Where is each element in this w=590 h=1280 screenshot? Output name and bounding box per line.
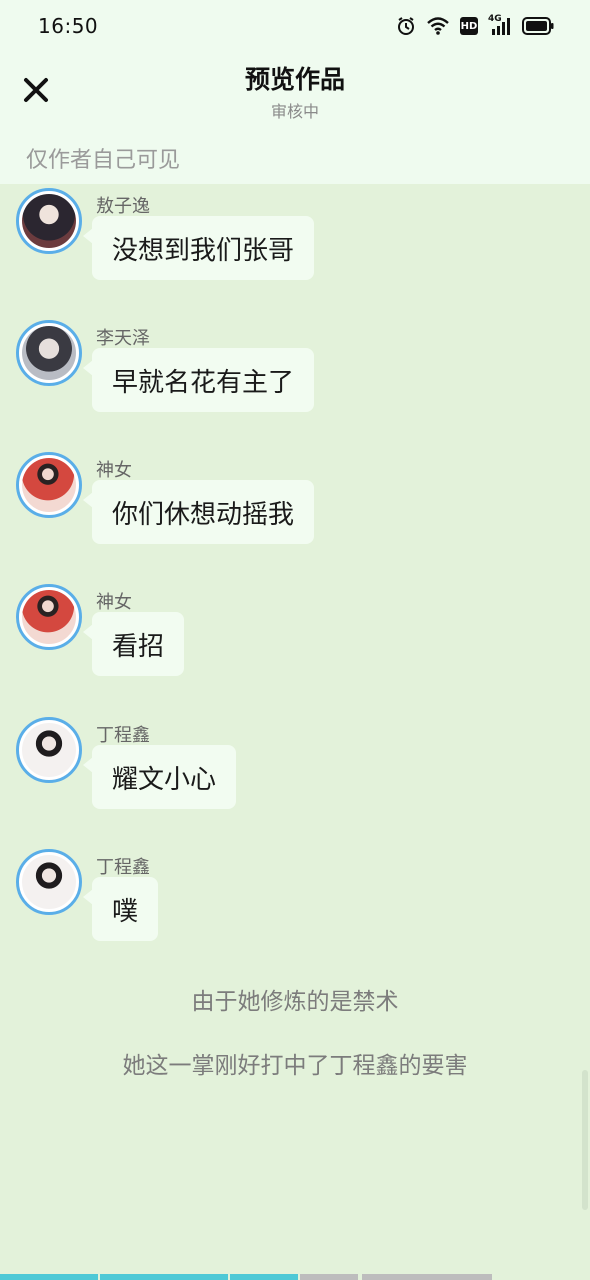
page-title: 预览作品 bbox=[244, 65, 345, 94]
message-item: 神女 看招 bbox=[0, 580, 590, 690]
message-item: 丁程鑫 耀文小心 bbox=[0, 713, 590, 823]
sender-name: 敖子逸 bbox=[96, 196, 150, 217]
avatar-image bbox=[22, 194, 76, 248]
message-item: 李天泽 早就名花有主了 bbox=[0, 316, 590, 426]
avatar[interactable] bbox=[16, 452, 82, 518]
wifi-icon bbox=[426, 16, 450, 36]
avatar[interactable] bbox=[16, 320, 82, 386]
progress-segment bbox=[230, 1274, 298, 1280]
avatar[interactable] bbox=[16, 717, 82, 783]
message-bubble[interactable]: 没想到我们张哥 bbox=[82, 216, 315, 280]
message-bubble[interactable]: 早就名花有主了 bbox=[82, 348, 315, 412]
avatar-image bbox=[22, 590, 76, 644]
avatar-image bbox=[22, 723, 76, 777]
status-bar: 16:50 HD 4G bbox=[0, 0, 590, 52]
status-time: 16:50 bbox=[38, 14, 99, 38]
avatar-image bbox=[22, 855, 76, 909]
avatar[interactable] bbox=[16, 188, 82, 254]
avatar[interactable] bbox=[16, 849, 82, 915]
sender-name: 丁程鑫 bbox=[96, 857, 150, 878]
battery-icon bbox=[522, 17, 554, 35]
message-bubble[interactable]: 你们休想动摇我 bbox=[82, 480, 315, 544]
sender-name: 神女 bbox=[96, 460, 132, 481]
progress-segment bbox=[100, 1274, 228, 1280]
message-bubble[interactable]: 耀文小心 bbox=[82, 745, 237, 809]
narration-line: 她这一掌刚好打中了丁程鑫的要害 bbox=[122, 1053, 468, 1079]
avatar-image bbox=[22, 326, 76, 380]
message-bubble[interactable]: 看招 bbox=[82, 612, 185, 676]
message-item: 丁程鑫 噗 bbox=[0, 845, 590, 955]
signal-4g-icon: 4G bbox=[488, 14, 512, 36]
avatar-image bbox=[22, 458, 76, 512]
visibility-note: 仅作者自己可见 bbox=[26, 148, 181, 173]
avatar[interactable] bbox=[16, 584, 82, 650]
message-bubble[interactable]: 噗 bbox=[82, 877, 159, 941]
alarm-icon bbox=[396, 16, 416, 36]
review-status: 审核中 bbox=[270, 102, 319, 121]
sender-name: 李天泽 bbox=[96, 328, 150, 349]
progress-segment bbox=[300, 1274, 358, 1280]
message-item: 敖子逸 没想到我们张哥 bbox=[0, 184, 590, 294]
status-icons: HD 4G bbox=[396, 14, 554, 36]
scrollbar[interactable] bbox=[582, 1070, 588, 1210]
message-item: 神女 你们休想动摇我 bbox=[0, 448, 590, 558]
sender-name: 丁程鑫 bbox=[96, 725, 150, 746]
reading-progress-bar bbox=[0, 1274, 590, 1280]
sender-name: 神女 bbox=[96, 592, 132, 613]
narration-line: 由于她修炼的是禁术 bbox=[191, 989, 399, 1015]
header: 预览作品 审核中 仅作者自己可见 bbox=[0, 52, 590, 184]
progress-segment bbox=[0, 1274, 98, 1280]
progress-segment bbox=[362, 1274, 492, 1280]
hd-icon: HD bbox=[460, 17, 478, 35]
